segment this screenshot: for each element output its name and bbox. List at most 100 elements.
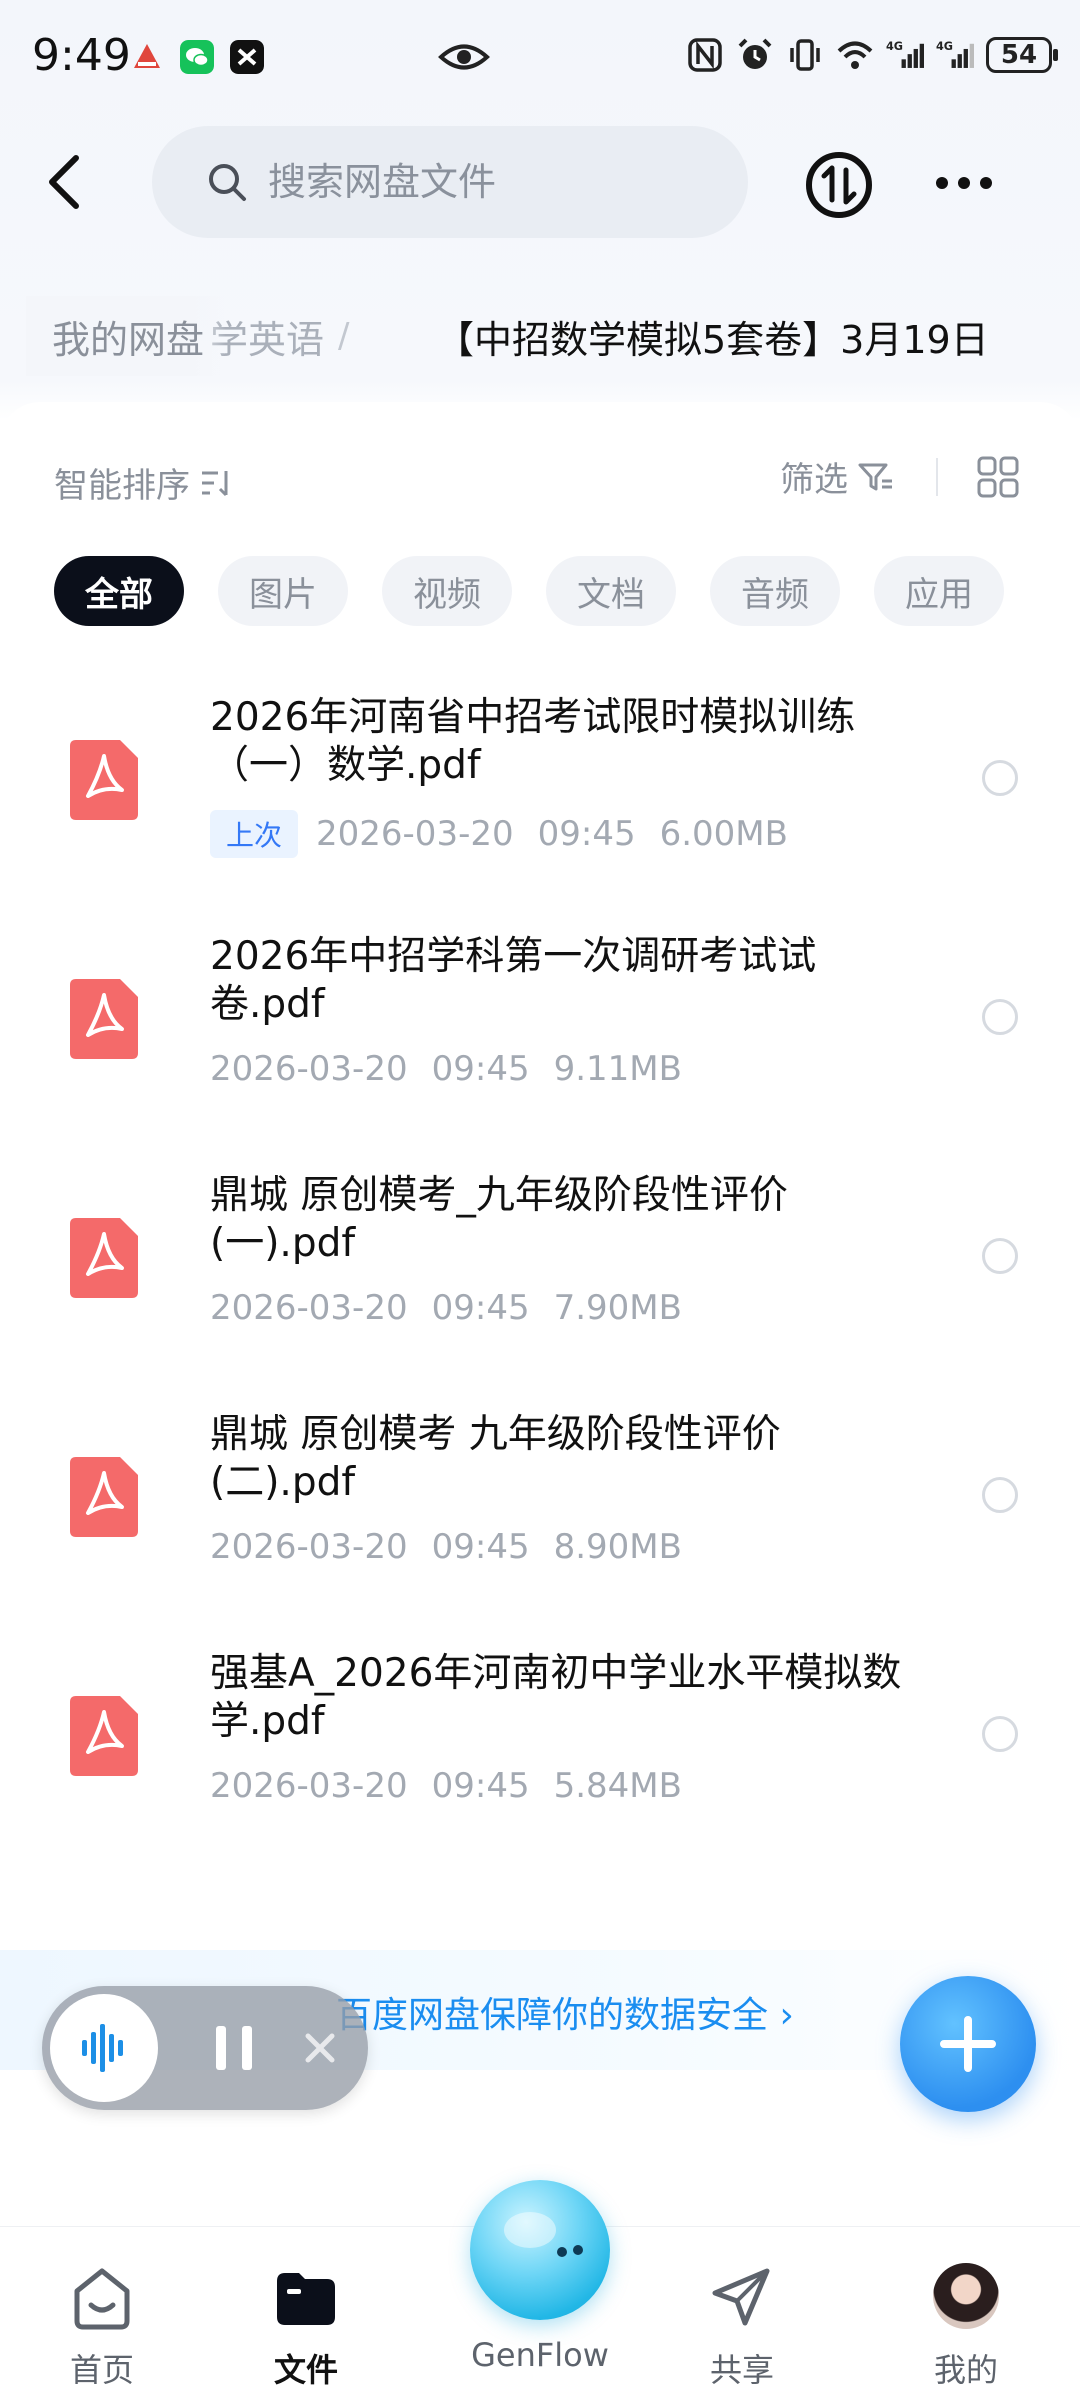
transfer-icon[interactable] <box>804 150 874 220</box>
pdf-file-icon <box>70 979 138 1059</box>
voice-button[interactable] <box>50 1994 158 2102</box>
file-meta: 2026-03-20 09:45 8.90MB <box>210 1527 682 1567</box>
pdf-file-icon <box>70 1218 138 1298</box>
status-bar: 9:49 4G 4G 54 <box>0 0 1080 116</box>
file-time: 09:45 <box>537 814 636 854</box>
nav-genflow-label: GenFlow <box>471 2336 609 2374</box>
nav-share-label: 共享 <box>709 2351 774 2389</box>
wifi-icon <box>837 41 873 69</box>
svg-text:4G: 4G <box>936 40 953 53</box>
chip-videos[interactable]: 视频 <box>382 556 512 626</box>
nav-files[interactable]: 文件 <box>236 2263 376 2391</box>
select-radio[interactable] <box>982 1716 1018 1752</box>
grid-view-icon[interactable] <box>976 455 1020 499</box>
svg-text:4G: 4G <box>886 40 903 53</box>
chip-all[interactable]: 全部 <box>54 556 184 626</box>
search-bar[interactable] <box>152 126 748 238</box>
nav-home[interactable]: 首页 <box>32 2263 172 2391</box>
status-time: 9:49 <box>32 30 131 81</box>
eye-icon <box>438 44 490 70</box>
filter-label[interactable]: 筛选 <box>780 452 848 501</box>
voice-playback-pill[interactable] <box>42 1986 368 2110</box>
status-right-icons: 4G 4G 54 <box>686 36 1058 74</box>
paper-plane-icon <box>712 2268 770 2326</box>
file-meta: 2026-03-20 09:45 7.90MB <box>210 1288 682 1328</box>
close-icon[interactable] <box>294 2022 346 2074</box>
file-time: 09:45 <box>431 1766 530 1806</box>
sort-icon <box>202 470 228 496</box>
nav-mine-label: 我的 <box>933 2351 998 2389</box>
filter-toolbar: 筛选 <box>780 452 1020 501</box>
screen: 9:49 4G 4G 54 搜索网盘文件 学英语 / 我的网盘 【中招数学模拟5… <box>0 0 1080 2400</box>
vibrate-icon <box>790 39 820 71</box>
category-chips: 全部 图片 视频 文档 音频 应用 <box>54 556 1004 626</box>
search-input[interactable] <box>266 159 710 205</box>
chip-audio[interactable]: 音频 <box>710 556 840 626</box>
breadcrumb-parent[interactable]: 学英语 / <box>210 296 363 376</box>
select-radio[interactable] <box>982 760 1018 796</box>
file-meta: 上次 2026-03-20 09:45 6.00MB <box>210 810 788 858</box>
chip-documents[interactable]: 文档 <box>546 556 676 626</box>
pdf-file-icon <box>70 1696 138 1776</box>
file-size: 9.11MB <box>553 1049 682 1089</box>
home-icon <box>74 2268 130 2330</box>
select-radio[interactable] <box>982 999 1018 1035</box>
wechat-icon <box>180 40 214 74</box>
signal-2-icon: 4G <box>936 40 974 68</box>
file-size: 8.90MB <box>553 1527 682 1567</box>
select-radio[interactable] <box>982 1238 1018 1274</box>
pdf-file-icon <box>70 740 138 820</box>
battery-indicator: 54 <box>986 37 1058 73</box>
sort-label: 智能排序 <box>54 466 190 506</box>
breadcrumb: 学英语 / 我的网盘 【中招数学模拟5套卷】3月19日 <box>0 296 1080 376</box>
file-size: 5.84MB <box>553 1766 682 1806</box>
notification-app-icon <box>134 44 160 68</box>
folder-icon <box>277 2273 335 2325</box>
file-time: 09:45 <box>431 1049 530 1089</box>
nfc-icon <box>688 38 722 72</box>
chip-images[interactable]: 图片 <box>218 556 348 626</box>
file-row[interactable]: 2026年中招学科第一次调研考试试卷.pdf 2026-03-20 09:45 … <box>0 919 1080 1158</box>
pdf-file-icon <box>70 1457 138 1537</box>
file-row[interactable]: 强基A_2026年河南初中学业水平模拟数学.pdf 2026-03-20 09:… <box>0 1636 1080 1875</box>
breadcrumb-root[interactable]: 我的网盘 <box>26 296 227 376</box>
breadcrumb-current: 【中招数学模拟5套卷】3月19日 <box>436 317 989 362</box>
pause-icon[interactable] <box>204 2018 264 2078</box>
file-name: 2026年河南省中招考试限时模拟训练（一）数学.pdf <box>210 695 856 788</box>
nav-mine[interactable]: 我的 <box>896 2263 1036 2391</box>
file-name: 鼎城 原创模考_九年级阶段性评价(一).pdf <box>210 1173 788 1266</box>
add-button[interactable] <box>900 1976 1036 2112</box>
nav-home-label: 首页 <box>69 2351 134 2389</box>
plus-icon <box>940 2016 996 2072</box>
file-meta: 2026-03-20 09:45 9.11MB <box>210 1049 682 1089</box>
nav-share[interactable]: 共享 <box>672 2263 812 2391</box>
alarm-icon <box>738 38 772 69</box>
nav-files-label: 文件 <box>273 2351 338 2389</box>
sort-button[interactable]: 智能排序 <box>54 458 234 507</box>
file-date: 2026-03-20 <box>210 1049 408 1089</box>
file-date: 2026-03-20 <box>210 1288 408 1328</box>
file-name: 2026年中招学科第一次调研考试试卷.pdf <box>210 934 817 1027</box>
security-promo-link[interactable]: 百度网盘保障你的数据安全 › <box>336 1986 794 2038</box>
genflow-button[interactable] <box>470 2180 610 2320</box>
file-time: 09:45 <box>431 1527 530 1567</box>
file-row[interactable]: 2026年河南省中招考试限时模拟训练（一）数学.pdf 上次 2026-03-2… <box>0 680 1080 919</box>
file-row[interactable]: 鼎城 原创模考 九年级阶段性评价(二).pdf 2026-03-20 09:45… <box>0 1397 1080 1636</box>
file-name: 强基A_2026年河南初中学业水平模拟数学.pdf <box>210 1651 902 1744</box>
file-meta: 2026-03-20 09:45 5.84MB <box>210 1766 682 1806</box>
capcut-icon <box>230 40 264 74</box>
breadcrumb-parent-label[interactable]: 学英语 <box>210 309 324 364</box>
file-time: 09:45 <box>431 1288 530 1328</box>
file-row[interactable]: 鼎城 原创模考_九年级阶段性评价(一).pdf 2026-03-20 09:45… <box>0 1158 1080 1397</box>
last-opened-badge: 上次 <box>210 810 299 858</box>
back-button[interactable] <box>36 150 96 214</box>
file-size: 6.00MB <box>659 814 788 854</box>
file-date: 2026-03-20 <box>316 814 514 854</box>
select-radio[interactable] <box>982 1477 1018 1513</box>
breadcrumb-separator: / <box>338 316 350 356</box>
filter-icon[interactable] <box>856 457 896 497</box>
file-date: 2026-03-20 <box>210 1766 408 1806</box>
more-horizontal-icon[interactable] <box>934 168 994 198</box>
signal-1-icon: 4G <box>886 40 924 68</box>
chip-apps[interactable]: 应用 <box>874 556 1004 626</box>
